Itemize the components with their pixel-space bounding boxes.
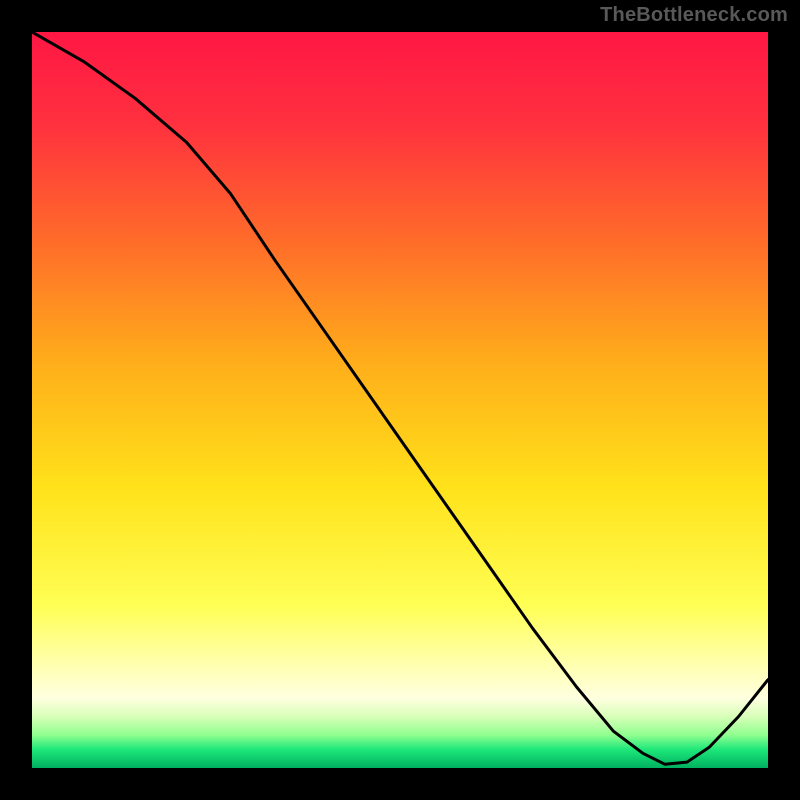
plot-area	[32, 32, 768, 768]
chart-frame: TheBottleneck.com	[0, 0, 800, 800]
watermark: TheBottleneck.com	[600, 4, 788, 27]
bottleneck-curve	[32, 32, 768, 768]
